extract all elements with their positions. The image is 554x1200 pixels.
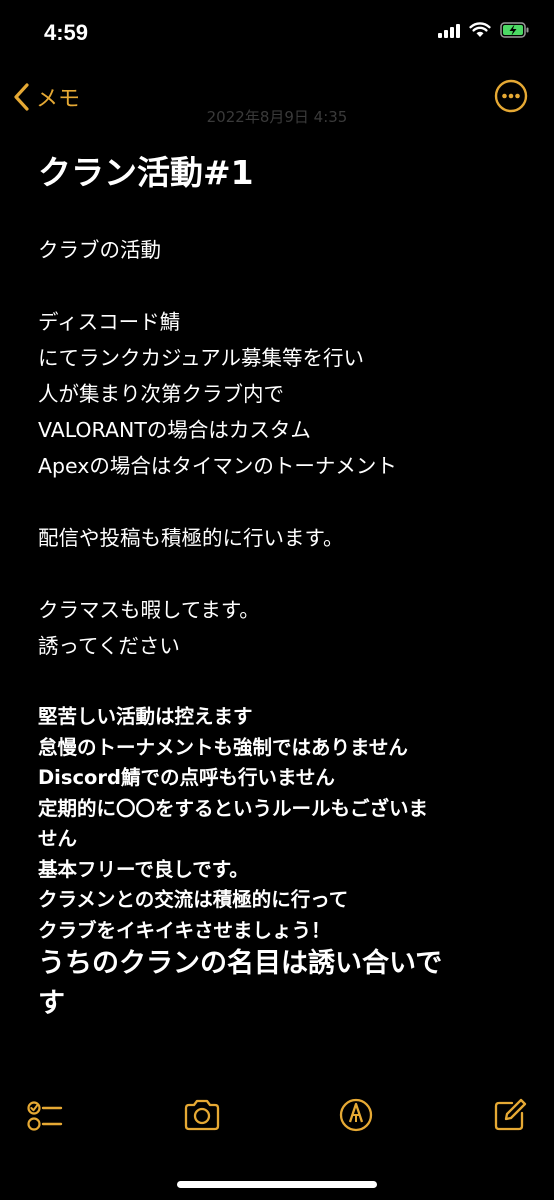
body-line: 誘ってください [38, 634, 180, 658]
body-line: クラブの活動 [38, 238, 161, 262]
body-line: ディスコード鯖 [38, 310, 181, 334]
body-line: クラマスも暇してます。 [38, 598, 260, 622]
home-indicator[interactable] [177, 1181, 377, 1188]
compose-icon [494, 1098, 527, 1131]
body-line: VALORANTの場合はカスタム [38, 418, 311, 442]
body-blank-line [38, 556, 518, 592]
note-title: クラン活動#1 [38, 153, 254, 192]
bold-line: クラメンとの交流は積極的に行って [38, 888, 349, 911]
bottom-toolbar [0, 1095, 554, 1145]
markup-button[interactable] [336, 1095, 376, 1135]
camera-icon [184, 1099, 220, 1131]
camera-button[interactable] [182, 1095, 222, 1135]
body-blank-line [38, 484, 518, 520]
wifi-icon [469, 22, 491, 37]
markup-pen-icon [339, 1098, 373, 1132]
bold-line: せん [38, 827, 78, 850]
bold-line: クラブをイキイキさせましょう！ [38, 918, 331, 942]
body-line: 人が集まり次第クラブ内で [38, 382, 284, 406]
battery-charging-icon [500, 22, 529, 38]
large-line: す [38, 988, 65, 1019]
body-line: にてランクカジュアル募集等を行い [38, 346, 364, 370]
body-line: Apexの場合はタイマンのトーナメント [38, 454, 397, 478]
bold-line: 基本フリーで良しです。 [38, 857, 249, 881]
note-bold-section[interactable]: 堅苦しい活動は控えます 怠慢のトーナメントも強制ではありません Discord鯖… [38, 702, 528, 946]
note-body[interactable]: クラブの活動 ディスコード鯖 にてランクカジュアル募集等を行い 人が集まり次第ク… [38, 232, 518, 664]
compose-button[interactable] [490, 1095, 530, 1135]
checklist-icon [27, 1101, 63, 1131]
bold-line: 怠慢のトーナメントも強制ではありません [38, 735, 408, 759]
checklist-button[interactable] [26, 1095, 66, 1135]
bold-line: 堅苦しい活動は控えます [38, 705, 253, 728]
large-line: うちのクランの名目は誘い合いで [38, 948, 443, 979]
status-time: 4:59 [44, 20, 89, 45]
body-line: 配信や投稿も積極的に行います。 [38, 526, 344, 550]
body-blank-line [38, 268, 518, 304]
status-icons [438, 22, 530, 38]
cellular-signal-icon [438, 22, 460, 38]
note-large-section[interactable]: うちのクランの名目は誘い合いで す [38, 944, 528, 1024]
bold-line: 定期的に〇〇をするというルールもございま [38, 796, 429, 820]
note-date: 2022年8月9日 4:35 [206, 108, 348, 126]
status-bar: 4:59 [0, 0, 554, 70]
bold-line: Discord鯖での点呼も行いません [38, 766, 335, 789]
